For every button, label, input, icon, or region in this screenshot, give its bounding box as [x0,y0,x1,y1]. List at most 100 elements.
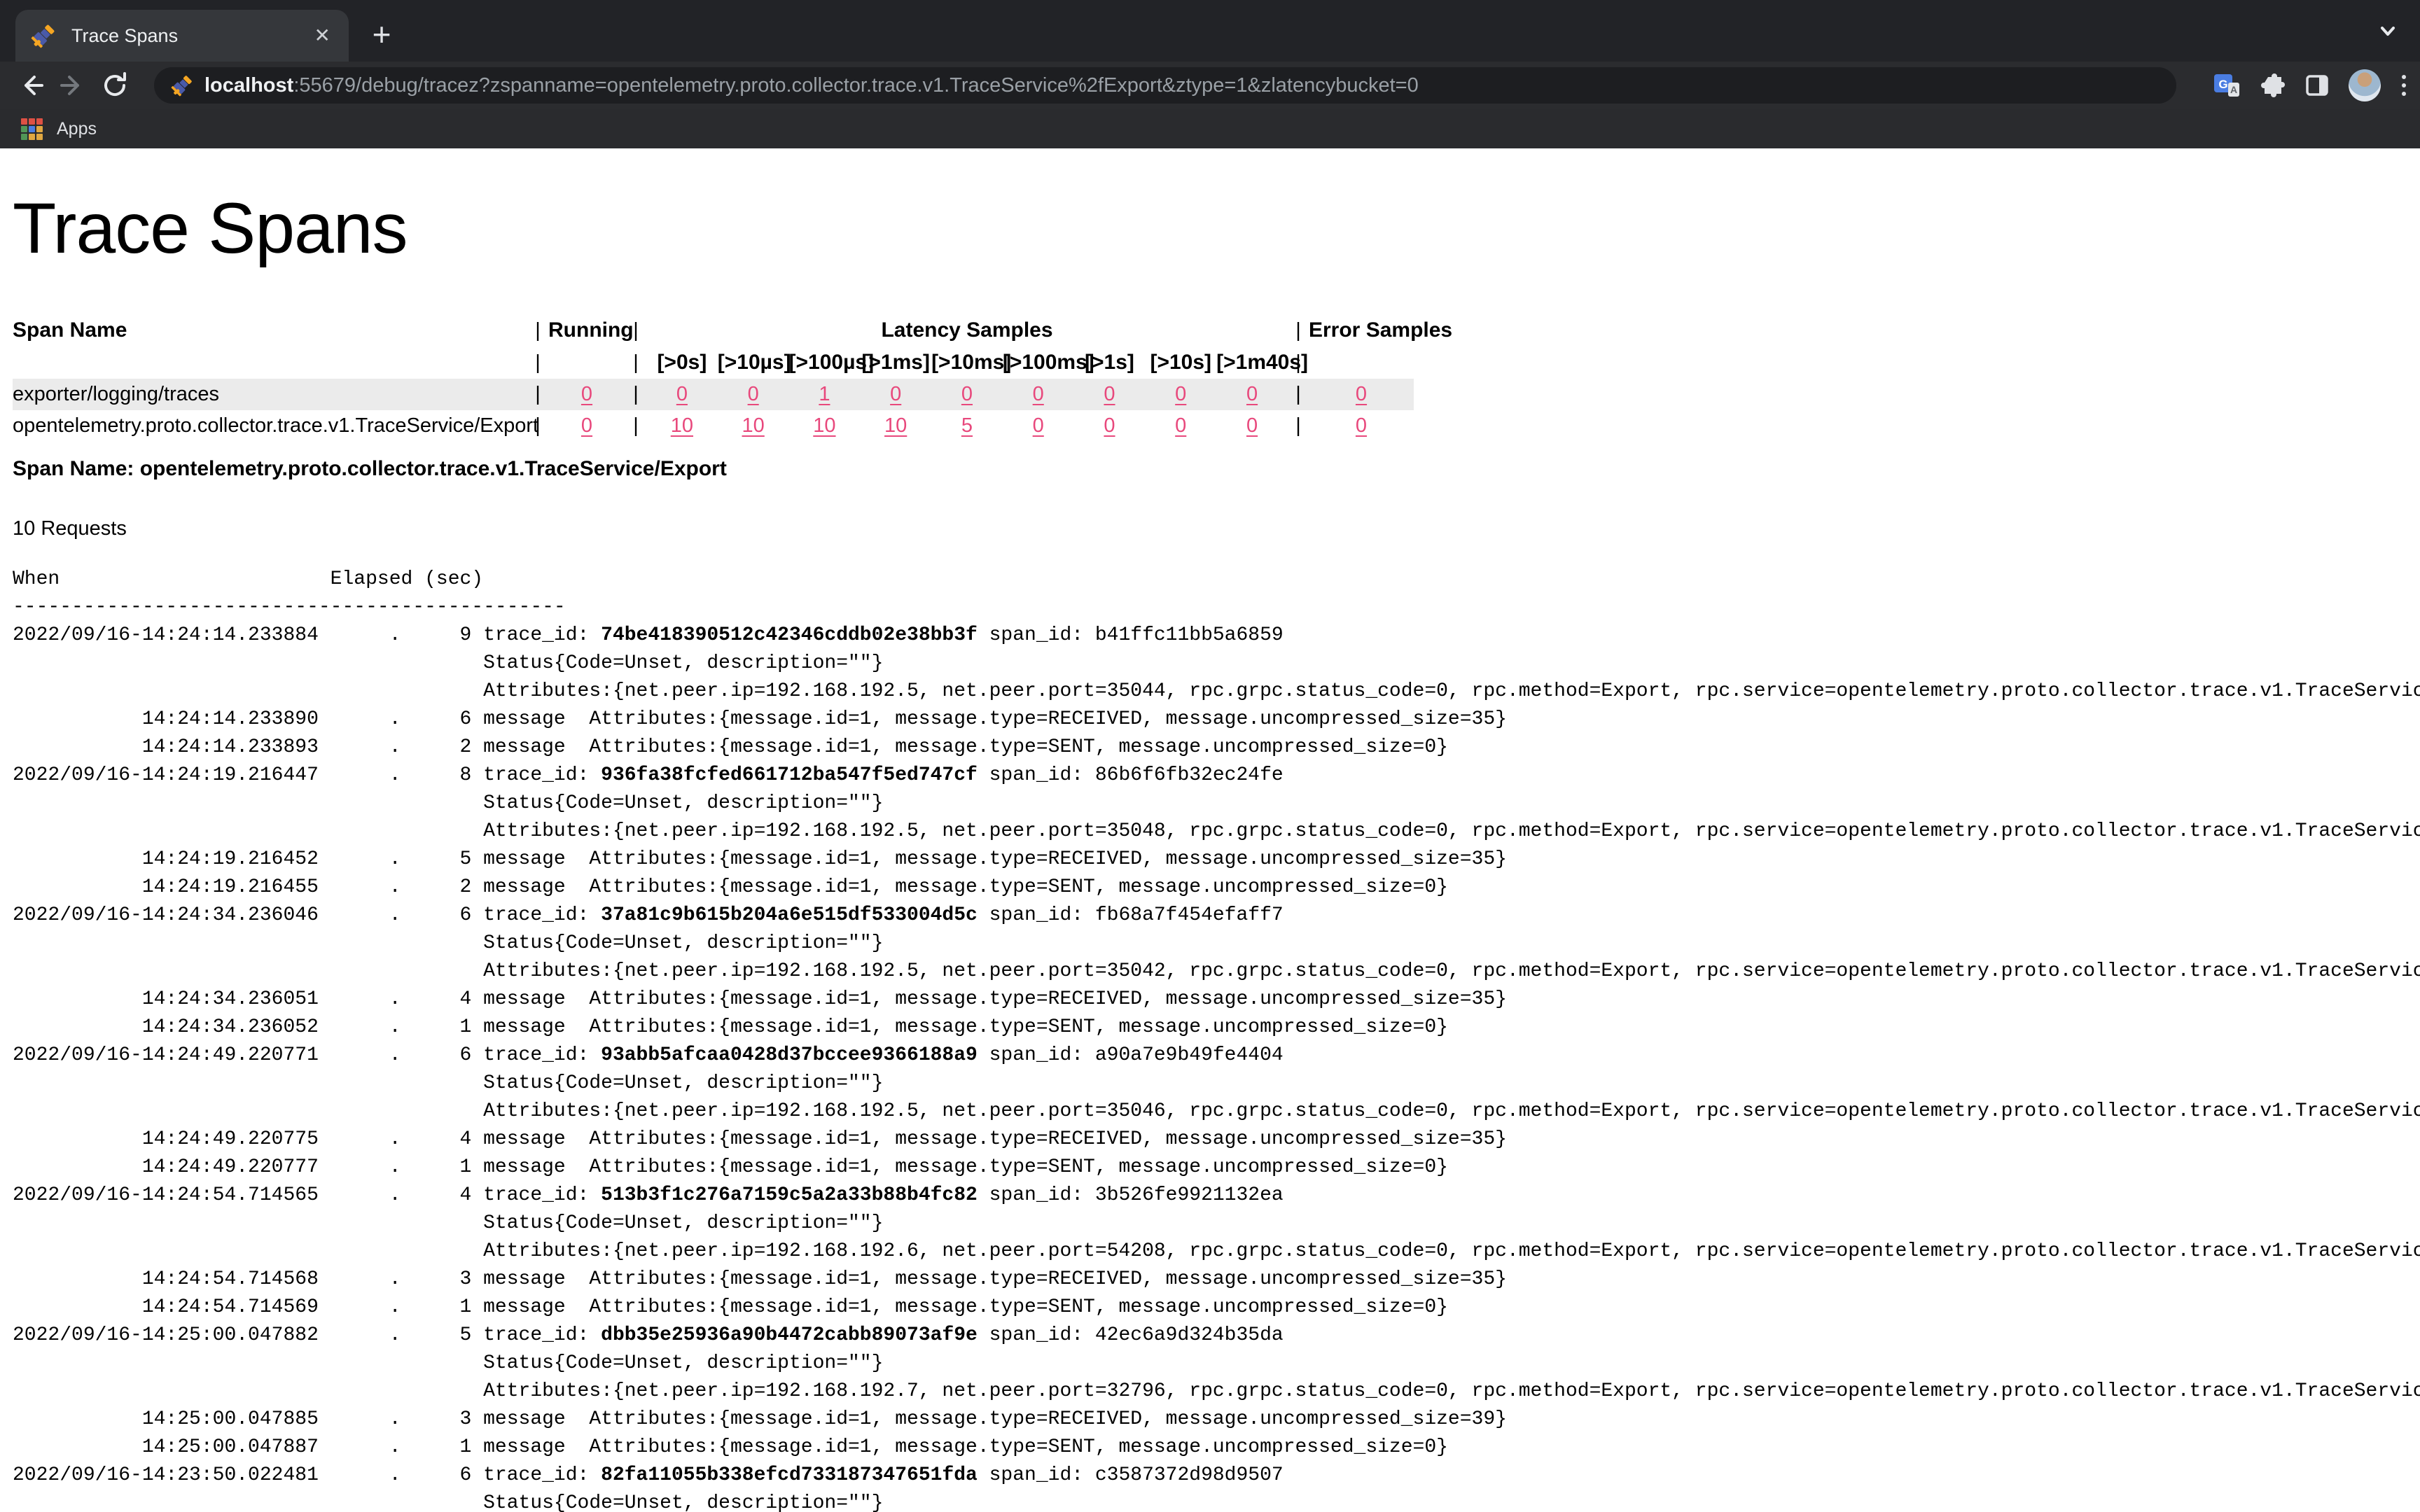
browser-toolbar: localhost:55679/debug/tracez?zspanname=o… [0,62,2420,109]
column-separator: | [625,346,646,379]
otel-favicon-small [171,74,193,97]
latency-bucket-count-link[interactable]: 0 [1246,383,1258,405]
latency-bucket-count-link[interactable]: 0 [1033,414,1044,437]
latency-bucket-header: [>100ms] [1003,346,1074,379]
latency-bucket-count-link[interactable]: 0 [1033,383,1044,405]
latency-bucket-count: 0 [1216,410,1288,442]
latency-bucket-header: [>100µs] [789,346,861,379]
latency-bucket-count: 10 [789,410,861,442]
browser-menu-kebab-icon[interactable] [2399,71,2409,99]
latency-bucket-count: 0 [1003,379,1074,410]
latency-bucket-count-link[interactable]: 0 [748,383,759,405]
svg-text:G: G [2218,78,2227,91]
extensions-puzzle-icon[interactable] [2259,72,2286,99]
profile-avatar[interactable] [2349,69,2381,102]
latency-bucket-count-link[interactable]: 0 [1175,383,1186,405]
empty-cell [1309,346,1414,379]
side-panel-icon[interactable] [2304,72,2330,99]
latency-bucket-count: 0 [646,379,718,410]
empty-cell [548,346,625,379]
tab-title: Trace Spans [71,25,312,47]
running-count: 0 [548,379,625,410]
column-separator: | [527,346,548,379]
latency-bucket-count-link[interactable]: 0 [1175,414,1186,437]
column-separator: | [1288,379,1309,410]
latency-bucket-count-link[interactable]: 10 [813,414,835,437]
page-title: Trace Spans [13,148,2420,270]
latency-bucket-count: 0 [931,379,1003,410]
latency-bucket-count: 0 [1145,410,1216,442]
span-name-cell: exporter/logging/traces [13,379,527,410]
latency-bucket-count: 0 [1074,410,1146,442]
empty-cell [13,346,527,379]
latency-bucket-count-link[interactable]: 10 [671,414,693,437]
latency-bucket-count: 10 [718,410,789,442]
url-host: localhost [204,74,293,97]
requests-count: 10 Requests [13,517,2420,540]
column-separator: | [625,410,646,442]
trace-id: 74be418390512c42346cddb02e38bb3f [601,624,978,646]
page-content: Trace Spans Span Name|Running|Latency Sa… [0,148,2420,1512]
error-count: 0 [1309,379,1414,410]
latency-bucket-count-link[interactable]: 0 [961,383,973,405]
latency-bucket-count: 0 [1145,379,1216,410]
latency-bucket-count: 0 [1074,379,1146,410]
running-count-link[interactable]: 0 [581,414,592,437]
latency-bucket-count: 0 [1003,410,1074,442]
running-count-link[interactable]: 0 [581,383,592,405]
latency-bucket-count-link[interactable]: 10 [742,414,765,437]
latency-bucket-count: 1 [789,379,861,410]
col-header-span-name: Span Name [13,314,527,346]
latency-bucket-count-link[interactable]: 0 [676,383,688,405]
column-separator: | [527,379,548,410]
column-separator: | [1288,410,1309,442]
browser-tab[interactable]: Trace Spans ✕ [15,10,349,62]
url-text: localhost:55679/debug/tracez?zspanname=o… [204,74,1419,97]
trace-id: 37a81c9b615b204a6e515df533004d5c [601,904,978,926]
trace-id: 82fa11055b338efcd733187347651fda [601,1464,978,1486]
column-separator: | [527,314,548,346]
translate-icon[interactable]: G A [2213,71,2241,99]
error-count-link[interactable]: 0 [1356,414,1367,437]
latency-bucket-header: [>10µs] [718,346,789,379]
trace-id: 936fa38fcfed661712ba547f5ed747cf [601,764,978,786]
latency-bucket-count: 5 [931,410,1003,442]
forward-icon[interactable] [52,64,94,106]
url-address-bar[interactable]: localhost:55679/debug/tracez?zspanname=o… [154,67,2176,104]
url-path: :55679/debug/tracez?zspanname=openteleme… [293,74,1418,97]
tab-strip: Trace Spans ✕ + [0,0,2420,62]
latency-bucket-count-link[interactable]: 0 [1246,414,1258,437]
bookmark-apps[interactable]: Apps [57,119,97,139]
trace-id: 93abb5afcaa0428d37bccee9366188a9 [601,1044,978,1066]
reload-icon[interactable] [94,64,136,106]
selected-span-heading: Span Name: opentelemetry.proto.collector… [13,457,2420,481]
column-separator: | [1288,314,1309,346]
svg-text:A: A [2230,84,2237,95]
latency-bucket-header: [>1s] [1074,346,1146,379]
apps-grid-icon [21,118,43,140]
latency-bucket-count: 0 [718,379,789,410]
latency-bucket-header: [>10ms] [931,346,1003,379]
back-icon[interactable] [10,64,52,106]
latency-bucket-header: [>10s] [1145,346,1216,379]
latency-bucket-count-link[interactable]: 0 [1104,414,1115,437]
otel-favicon [31,23,56,48]
new-tab-button[interactable]: + [363,17,401,55]
col-header-running: Running [548,314,625,346]
trace-id: dbb35e25936a90b4472cabb89073af9e [601,1324,978,1346]
tab-close-icon[interactable]: ✕ [312,23,333,48]
col-header-latency-samples: Latency Samples [646,314,1288,346]
latency-bucket-count-link[interactable]: 1 [819,383,830,405]
span-summary-table: Span Name|Running|Latency Samples|Error … [13,314,1414,442]
latency-bucket-count-link[interactable]: 5 [961,414,973,437]
span-name-cell: opentelemetry.proto.collector.trace.v1.T… [13,410,527,442]
trace-id: 513b3f1c276a7159c5a2a33b88b4fc82 [601,1184,978,1206]
error-count-link[interactable]: 0 [1356,383,1367,405]
latency-bucket-count-link[interactable]: 0 [1104,383,1115,405]
latency-bucket-count-link[interactable]: 10 [884,414,907,437]
latency-bucket-count: 0 [860,379,931,410]
latency-bucket-count-link[interactable]: 0 [890,383,901,405]
latency-bucket-count: 0 [1216,379,1288,410]
latency-bucket-header: [>0s] [646,346,718,379]
tab-chevron-down-icon[interactable] [2375,18,2400,43]
